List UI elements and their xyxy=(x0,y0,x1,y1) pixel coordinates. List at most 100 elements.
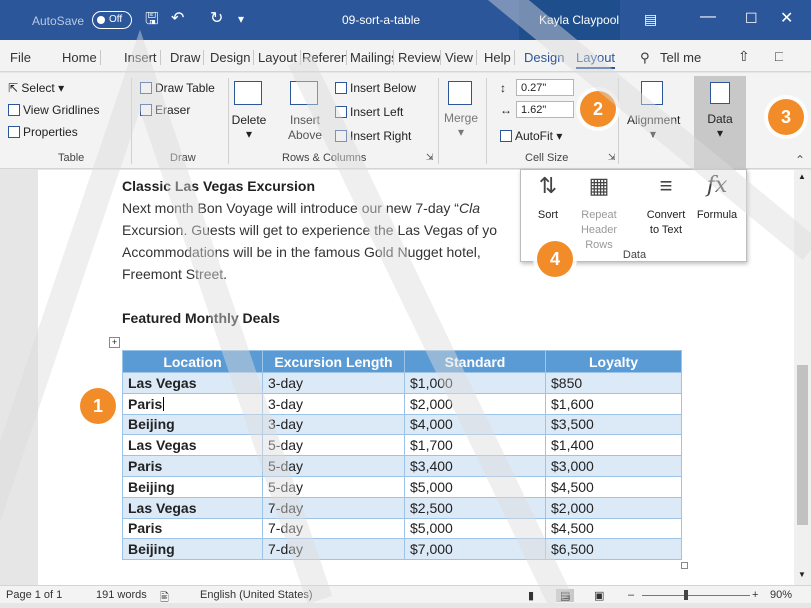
read-mode-icon[interactable]: ▮ xyxy=(528,589,534,602)
page-count[interactable]: Page 1 of 1 xyxy=(6,589,62,601)
undo-icon[interactable]: ↶ xyxy=(171,8,184,28)
close-icon[interactable]: ✕ xyxy=(780,8,793,28)
tab-table-layout[interactable]: Layout xyxy=(576,50,616,69)
minimize-icon[interactable]: — xyxy=(700,8,716,26)
column-header-length[interactable]: Excursion Length xyxy=(262,350,405,373)
table-cell[interactable]: 7-day xyxy=(262,496,405,519)
share-icon[interactable]: ⇧ xyxy=(738,48,750,65)
insert-below-button[interactable]: Insert Below xyxy=(335,81,416,95)
table-cell[interactable]: Las Vegas xyxy=(122,434,263,457)
table-cell[interactable]: Beijing xyxy=(122,538,263,561)
column-header-standard[interactable]: Standard xyxy=(404,350,546,373)
zoom-out-icon[interactable]: – xyxy=(628,589,634,601)
tab-help[interactable]: Help xyxy=(484,50,515,65)
collapse-ribbon-icon[interactable]: ⌃ xyxy=(795,153,805,167)
table-cell[interactable]: Las Vegas xyxy=(122,496,263,519)
table-cell[interactable]: 7-day xyxy=(262,517,405,540)
table-cell[interactable]: $2,500 xyxy=(404,496,546,519)
column-width-field[interactable]: 1.62" xyxy=(516,101,574,118)
table-cell[interactable]: 3-day xyxy=(262,372,405,394)
table-cell[interactable]: $5,000 xyxy=(404,517,546,540)
autosave-toggle[interactable]: Off xyxy=(92,11,132,29)
dialog-launcher-icon[interactable]: ⇲ xyxy=(426,152,434,163)
tab-table-design[interactable]: Design xyxy=(524,50,564,65)
web-layout-icon[interactable]: ▣ xyxy=(594,589,604,602)
insert-above-button[interactable]: Insert Above xyxy=(284,113,326,143)
alignment-button[interactable]: Alignment ▾ xyxy=(627,113,680,141)
table-cell[interactable]: 3-day xyxy=(262,413,405,436)
word-count[interactable]: 191 words xyxy=(96,589,147,601)
zoom-level[interactable]: 90% xyxy=(770,589,792,601)
view-gridlines-button[interactable]: View Gridlines xyxy=(8,103,99,117)
autofit-button[interactable]: AutoFit ▾ xyxy=(500,129,562,143)
insert-left-button[interactable]: Insert Left xyxy=(335,105,403,119)
scroll-up-icon[interactable]: ▲ xyxy=(798,172,806,181)
repeat-header-rows-button[interactable]: ▦ Repeat Header Rows xyxy=(571,175,627,253)
search-icon[interactable]: ⚲ xyxy=(640,50,650,66)
table-cell[interactable]: $1,700 xyxy=(404,434,546,457)
table-cell[interactable]: $6,500 xyxy=(545,538,682,561)
zoom-slider[interactable] xyxy=(642,595,750,596)
delete-button[interactable]: Delete ▾ xyxy=(231,113,267,141)
table-cell[interactable]: $4,500 xyxy=(545,475,682,498)
table-cell[interactable]: 5-day xyxy=(262,455,405,477)
column-header-loyalty[interactable]: Loyalty xyxy=(545,350,682,373)
table-move-handle-icon[interactable]: + xyxy=(109,337,120,348)
tab-home[interactable]: Home xyxy=(62,50,101,65)
data-button[interactable]: Data ▾ xyxy=(694,76,746,169)
tab-layout[interactable]: Layout xyxy=(258,50,302,65)
tab-draw[interactable]: Draw xyxy=(170,50,205,65)
table-cell[interactable]: $1,600 xyxy=(545,392,682,415)
table-cell[interactable]: $7,000 xyxy=(404,538,546,561)
insert-right-button[interactable]: Insert Right xyxy=(335,129,411,143)
merge-button[interactable]: Merge ▾ xyxy=(444,111,478,139)
table-cell[interactable]: 7-day xyxy=(262,538,405,561)
vertical-scrollbar[interactable]: ▲ ▼ xyxy=(794,170,811,585)
language[interactable]: English (United States) xyxy=(200,589,313,601)
maximize-icon[interactable]: ☐ xyxy=(745,10,758,27)
formula-button[interactable]: fx Formula xyxy=(691,175,743,223)
eraser-button[interactable]: Eraser xyxy=(140,103,190,117)
save-icon[interactable]: 🖫 xyxy=(145,8,159,35)
table-cell[interactable]: $3,000 xyxy=(545,455,682,477)
table-cell[interactable]: $850 xyxy=(545,372,682,394)
table-cell[interactable]: 5-day xyxy=(262,434,405,457)
comments-icon[interactable]: □ xyxy=(775,48,783,64)
row-height-field[interactable]: 0.27" xyxy=(516,79,574,96)
scroll-down-icon[interactable]: ▼ xyxy=(798,570,806,579)
table-cell[interactable]: $2,000 xyxy=(404,392,546,415)
table-cell[interactable]: 5-day xyxy=(262,475,405,498)
select-button[interactable]: ⇱ Select ▾ xyxy=(8,81,64,95)
tab-references[interactable]: References xyxy=(302,50,347,65)
zoom-slider-thumb[interactable] xyxy=(684,590,688,600)
table-cell[interactable]: Beijing xyxy=(122,475,263,498)
table-cell[interactable]: Beijing xyxy=(122,413,263,436)
table-cell[interactable]: Las Vegas xyxy=(122,372,263,394)
print-layout-icon[interactable]: ▤ xyxy=(556,589,575,602)
user-name[interactable]: Kayla Claypool xyxy=(539,13,619,27)
scroll-thumb[interactable] xyxy=(797,365,808,525)
tab-view[interactable]: View xyxy=(445,50,477,65)
tab-design[interactable]: Design xyxy=(210,50,254,65)
convert-to-text-button[interactable]: ≡ Convert to Text xyxy=(641,175,691,238)
table-cell[interactable]: $5,000 xyxy=(404,475,546,498)
table-cell[interactable]: $4,000 xyxy=(404,413,546,436)
alignment-icon[interactable] xyxy=(641,81,663,105)
ribbon-display-icon[interactable]: ▤ xyxy=(644,11,657,28)
table-cell[interactable]: $1,000 xyxy=(404,372,546,394)
delete-table-icon[interactable] xyxy=(234,81,262,105)
tab-file[interactable]: File xyxy=(10,50,31,65)
table-cell[interactable]: $1,400 xyxy=(545,434,682,457)
table-cell[interactable]: $3,400 xyxy=(404,455,546,477)
table-cell[interactable]: $4,500 xyxy=(545,517,682,540)
redo-icon[interactable]: ↻ xyxy=(210,8,223,28)
table-resize-handle[interactable] xyxy=(681,562,688,569)
table-cell[interactable]: Paris xyxy=(122,392,263,415)
sort-button[interactable]: ⇅ Sort xyxy=(527,175,569,223)
zoom-in-icon[interactable]: + xyxy=(752,589,758,601)
table-cell[interactable]: $2,000 xyxy=(545,496,682,519)
customize-qat-icon[interactable]: ▾ xyxy=(238,12,244,26)
column-header-location[interactable]: Location xyxy=(122,350,263,373)
proofing-icon[interactable]: 🖹 xyxy=(160,589,169,608)
table-cell[interactable]: $3,500 xyxy=(545,413,682,436)
